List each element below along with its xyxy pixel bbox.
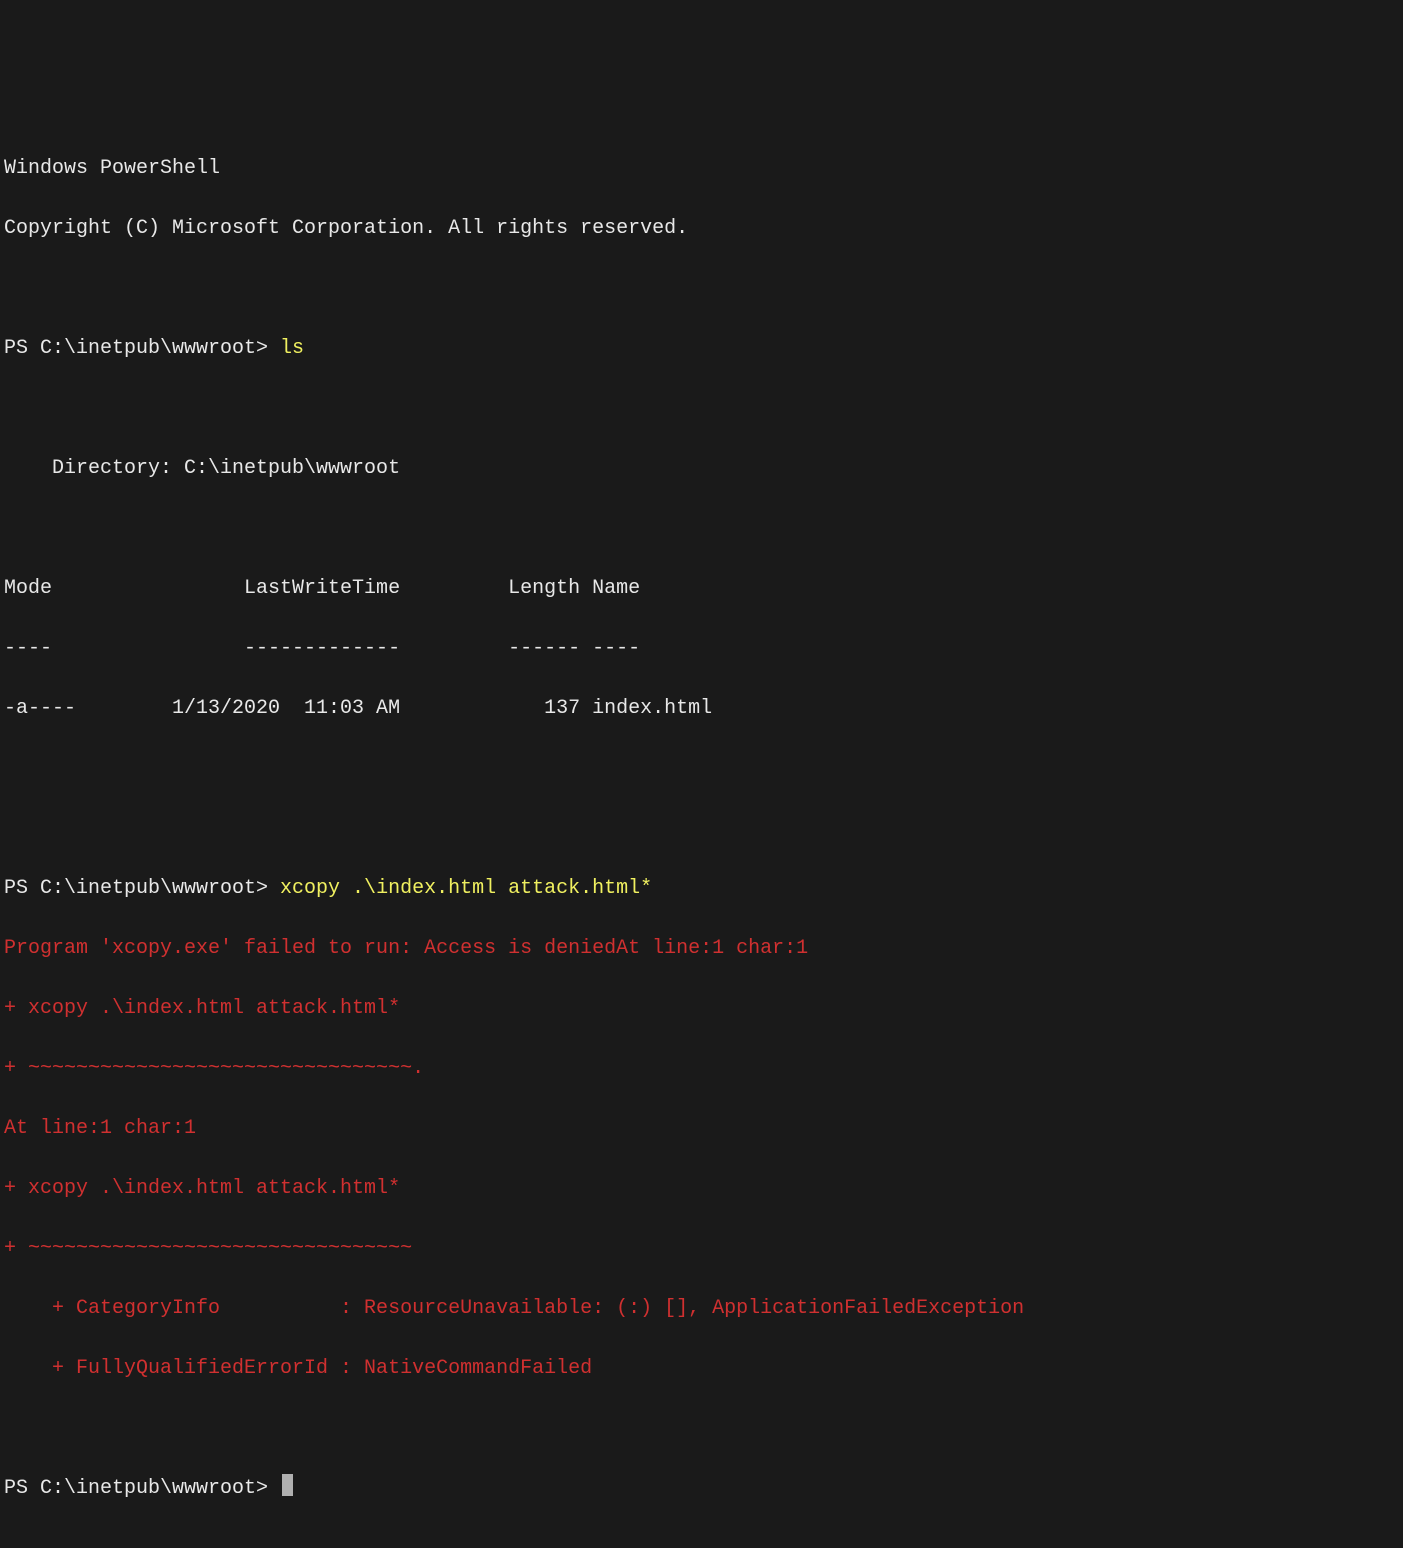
blank-line bbox=[4, 754, 1399, 784]
ls-file-row: -a---- 1/13/2020 11:03 AM 137 index.html bbox=[4, 694, 1399, 724]
prompt-path: PS C:\inetpub\wwwroot> bbox=[4, 1474, 280, 1504]
blank-line bbox=[4, 814, 1399, 844]
header-title: Windows PowerShell bbox=[4, 154, 1399, 184]
error-category-info: + CategoryInfo : ResourceUnavailable: (:… bbox=[4, 1294, 1399, 1324]
blank-line bbox=[4, 1414, 1399, 1444]
ls-header-row: Mode LastWriteTime Length Name bbox=[4, 574, 1399, 604]
error-line: + xcopy .\index.html attack.html* bbox=[4, 994, 1399, 1024]
prompt-line-2: PS C:\inetpub\wwwroot> xcopy .\index.htm… bbox=[4, 874, 1399, 904]
cursor-icon bbox=[282, 1474, 293, 1496]
prompt-path: PS C:\inetpub\wwwroot> bbox=[4, 334, 280, 364]
error-line: + ~~~~~~~~~~~~~~~~~~~~~~~~~~~~~~~~ bbox=[4, 1234, 1399, 1264]
blank-line bbox=[4, 274, 1399, 304]
error-line: At line:1 char:1 bbox=[4, 1114, 1399, 1144]
ls-divider-row: ---- ------------- ------ ---- bbox=[4, 634, 1399, 664]
ls-directory-line: Directory: C:\inetpub\wwwroot bbox=[4, 454, 1399, 484]
error-line: Program 'xcopy.exe' failed to run: Acces… bbox=[4, 934, 1399, 964]
error-qualified-id: + FullyQualifiedErrorId : NativeCommandF… bbox=[4, 1354, 1399, 1384]
command-ls: ls bbox=[280, 334, 304, 364]
prompt-line-3[interactable]: PS C:\inetpub\wwwroot> bbox=[4, 1474, 1399, 1504]
prompt-line-1: PS C:\inetpub\wwwroot> ls bbox=[4, 334, 1399, 364]
command-xcopy: xcopy .\index.html attack.html* bbox=[280, 874, 652, 904]
error-line: + ~~~~~~~~~~~~~~~~~~~~~~~~~~~~~~~~. bbox=[4, 1054, 1399, 1084]
header-copyright: Copyright (C) Microsoft Corporation. All… bbox=[4, 214, 1399, 244]
prompt-path: PS C:\inetpub\wwwroot> bbox=[4, 874, 280, 904]
error-line: + xcopy .\index.html attack.html* bbox=[4, 1174, 1399, 1204]
terminal-output[interactable]: Windows PowerShell Copyright (C) Microso… bbox=[4, 124, 1399, 1534]
